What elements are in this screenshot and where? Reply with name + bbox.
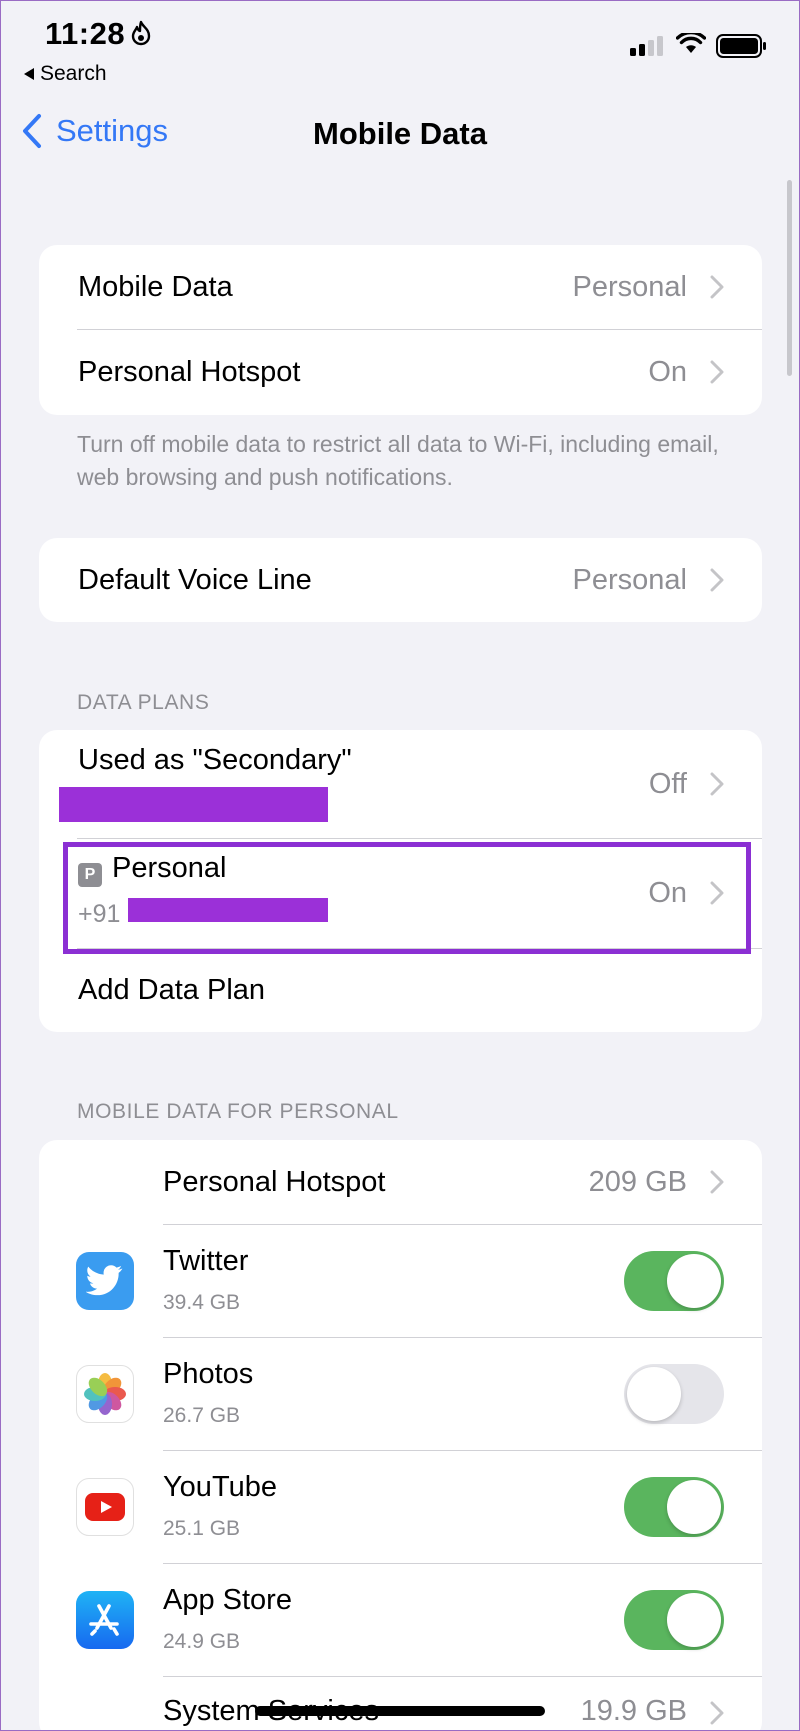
add-data-plan-link: Add Data Plan	[78, 973, 266, 1006]
app-name: App Store	[163, 1584, 292, 1616]
battery-icon	[716, 34, 766, 58]
home-indicator[interactable]	[255, 1706, 545, 1716]
app-row-twitter: Twitter 39.4 GB	[39, 1225, 762, 1337]
app-data-size: 39.4 GB	[163, 1291, 241, 1314]
app-name: Twitter	[163, 1245, 249, 1277]
back-to-app-link[interactable]: Search	[24, 62, 107, 86]
mobile-data-for-personal-header: MOBILE DATA FOR PERSONAL	[77, 1100, 399, 1123]
voice-line-group: Default Voice Line Personal	[39, 538, 762, 622]
youtube-icon	[76, 1478, 134, 1536]
twitter-icon	[76, 1252, 134, 1310]
page-title: Mobile Data	[313, 116, 487, 151]
row-value: 209 GB	[588, 1165, 687, 1198]
plan-label: Used as "Secondary"	[78, 744, 352, 776]
toggle-knob	[667, 1593, 721, 1647]
twitter-toggle[interactable]	[624, 1251, 724, 1311]
add-data-plan-row[interactable]: Add Data Plan	[39, 948, 762, 1032]
default-voice-line-row[interactable]: Default Voice Line Personal	[39, 538, 762, 622]
chevron-right-icon	[710, 1701, 724, 1725]
back-app-label: Search	[40, 62, 107, 85]
mobile-data-row[interactable]: Mobile Data Personal	[39, 245, 762, 329]
chevron-right-icon	[710, 275, 724, 299]
personal-hotspot-usage-row[interactable]: Personal Hotspot 209 GB	[39, 1140, 762, 1224]
app-row-photos: Photos 26.7 GB	[39, 1338, 762, 1450]
wifi-icon	[676, 33, 706, 53]
system-services-row[interactable]: System Services 19.9 GB	[39, 1677, 762, 1731]
app-name: YouTube	[163, 1471, 277, 1503]
status-time: 11:28	[45, 16, 126, 51]
back-triangle-icon	[24, 68, 34, 80]
row-value: 19.9 GB	[580, 1695, 687, 1727]
personal-hotspot-row[interactable]: Personal Hotspot On	[39, 329, 762, 415]
redaction-bar	[59, 787, 328, 822]
row-label: Personal Hotspot	[78, 355, 301, 388]
chevron-right-icon	[710, 360, 724, 384]
mobile-data-group: Mobile Data Personal Personal Hotspot On	[39, 245, 762, 415]
toggle-knob	[627, 1367, 681, 1421]
toggle-knob	[667, 1480, 721, 1534]
app-row-youtube: YouTube 25.1 GB	[39, 1451, 762, 1563]
row-value: Personal	[572, 563, 687, 596]
focus-flame-icon	[131, 20, 151, 46]
chevron-right-icon	[710, 1170, 724, 1194]
row-label: Personal Hotspot	[163, 1165, 386, 1198]
highlight-annotation	[63, 842, 751, 954]
chevron-right-icon	[710, 772, 724, 796]
photos-toggle[interactable]	[624, 1364, 724, 1424]
app-row-app-store: App Store 24.9 GB	[39, 1564, 762, 1676]
row-label: Mobile Data	[78, 270, 233, 303]
app-name: Photos	[163, 1358, 254, 1390]
data-plans-header: DATA PLANS	[77, 691, 210, 714]
row-label: Default Voice Line	[78, 563, 312, 596]
toggle-knob	[667, 1254, 721, 1308]
app-store-icon	[76, 1591, 134, 1649]
app-data-size: 25.1 GB	[163, 1517, 241, 1540]
row-value: On	[648, 355, 687, 388]
app-data-size: 26.7 GB	[163, 1404, 241, 1427]
app-store-toggle[interactable]	[624, 1590, 724, 1650]
chevron-right-icon	[710, 568, 724, 592]
plan-status: Off	[648, 767, 687, 800]
app-data-size: 24.9 GB	[163, 1630, 241, 1653]
mobile-data-footnote: Turn off mobile data to restrict all dat…	[77, 431, 719, 490]
scroll-indicator[interactable]	[787, 180, 792, 376]
cellular-signal-icon	[630, 36, 663, 56]
app-usage-group: Personal Hotspot 209 GB Twitter 39.4 GB	[39, 1140, 762, 1731]
row-value: Personal	[572, 270, 687, 303]
photos-icon	[76, 1365, 134, 1423]
youtube-toggle[interactable]	[624, 1477, 724, 1537]
